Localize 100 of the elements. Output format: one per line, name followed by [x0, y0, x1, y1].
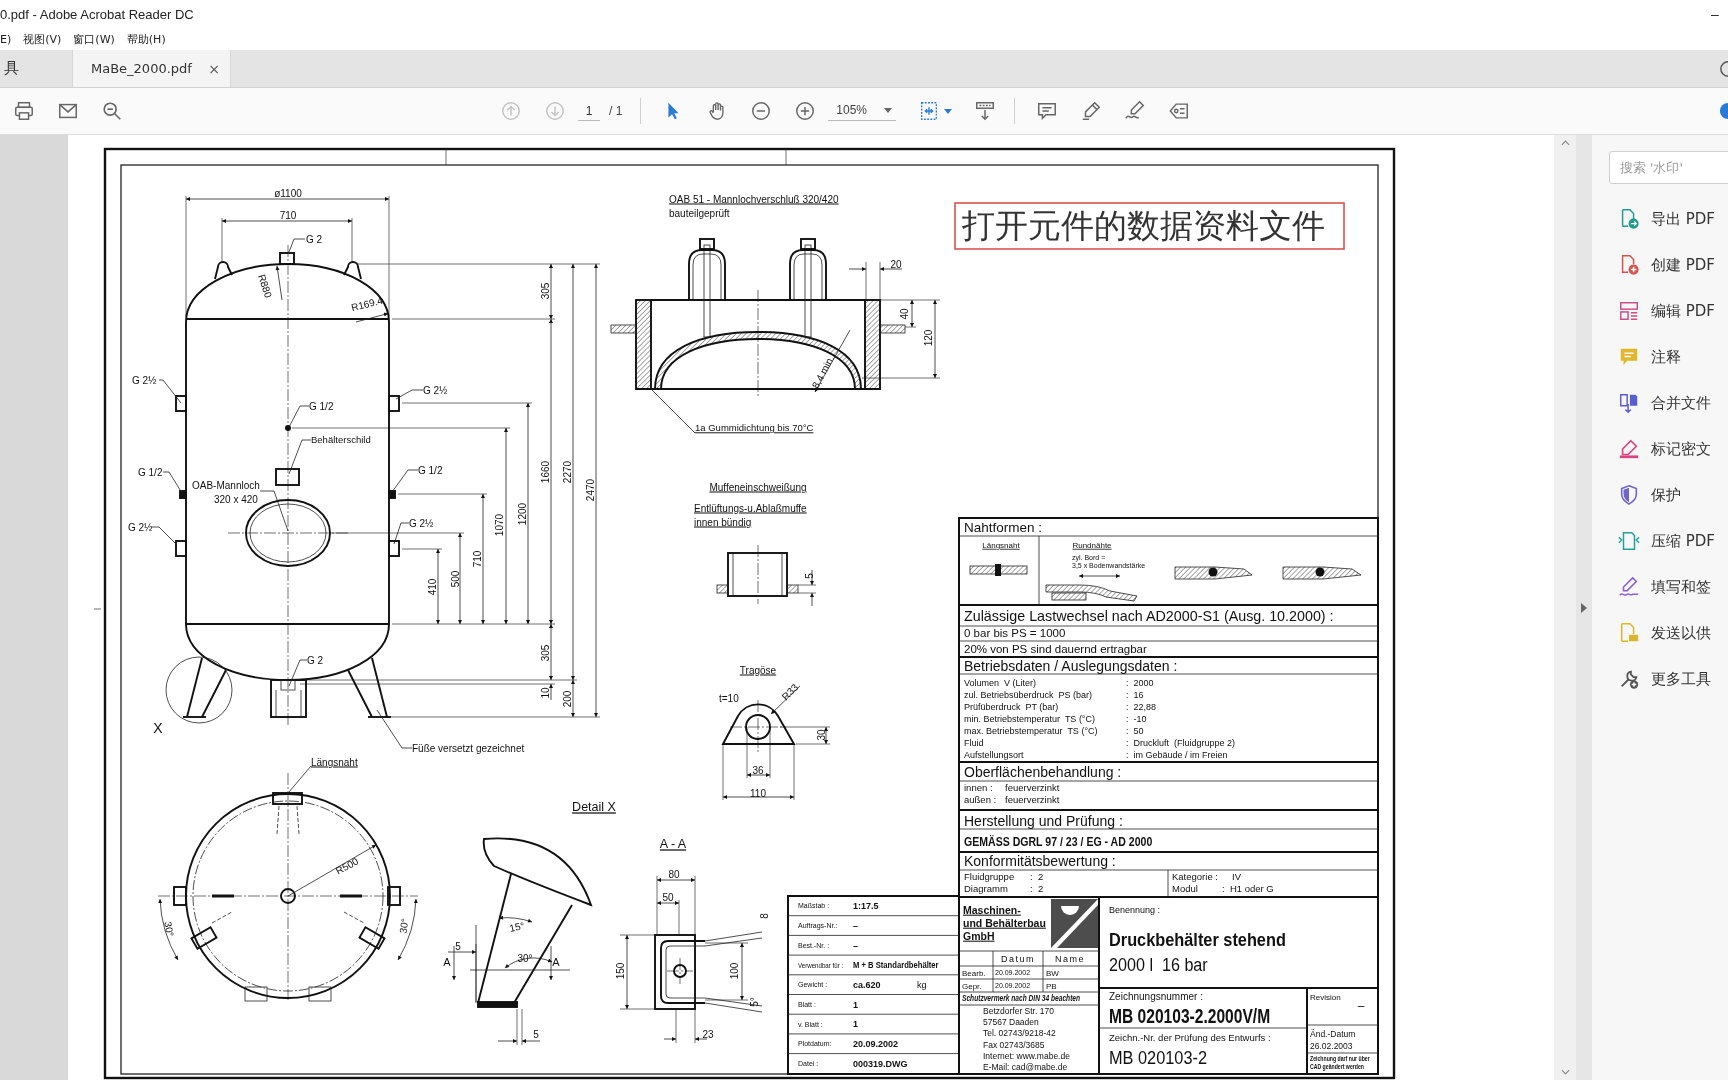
callout-label: OAB-Mannloch: [192, 479, 260, 491]
dimension-value: 110: [750, 787, 766, 799]
field-label: Bearb.: [962, 968, 986, 978]
dimension-value: 1200: [516, 502, 528, 526]
minimize-button[interactable]: –: [1702, 0, 1728, 28]
address-line: E-Mail: cad@mabe.de: [983, 1061, 1068, 1072]
dimension-value: 150: [614, 962, 626, 980]
dimension-value: 50: [662, 891, 674, 903]
dimension-value: 305: [539, 282, 551, 300]
search-icon[interactable]: [101, 100, 123, 122]
field-label: zul. Betriebsüberdruck PS (bar): [964, 690, 1093, 701]
note-text: t=10: [719, 692, 739, 704]
field-value: : 50: [1126, 726, 1144, 737]
zoom-out-icon[interactable]: [750, 100, 773, 122]
leader-line: [650, 388, 696, 434]
view-title: A - A: [659, 837, 687, 852]
dimension-value: ø1100: [274, 187, 302, 199]
angle-dimension: [397, 898, 418, 961]
callout-label: 320 x 420: [214, 493, 258, 505]
zoom-dropdown[interactable]: 105%: [828, 101, 897, 121]
tool-item[interactable]: 更多工具: [1592, 656, 1728, 702]
tool-item[interactable]: 压缩 PDF: [1592, 518, 1728, 564]
signature-icon[interactable]: [1124, 100, 1147, 122]
dimension-value: R880: [256, 272, 274, 300]
company-logo-icon: [1051, 899, 1098, 948]
leader-line: [150, 526, 178, 546]
field-value: 20.09.2002: [853, 1039, 899, 1050]
leader-line: [288, 405, 310, 428]
dimension-value: 710: [279, 209, 297, 221]
dimension-value: 20: [890, 258, 902, 270]
field-value: : im Gebäude / im Freien: [1126, 750, 1228, 761]
pipe-nozzle: [279, 252, 295, 265]
section-marker: A: [552, 955, 560, 968]
view-marker: X: [153, 719, 163, 736]
dimension-line: [746, 773, 771, 777]
field-value: –: [853, 940, 858, 951]
tool-item[interactable]: 保护: [1592, 472, 1728, 518]
tool-item[interactable]: 填写和签: [1592, 564, 1728, 610]
menu-item[interactable]: 视图(V): [23, 31, 62, 47]
angle-dimension: [498, 915, 533, 923]
leader-line: [288, 659, 308, 687]
menu-item[interactable]: E): [0, 32, 12, 46]
pipe-nozzle: [388, 540, 400, 557]
note-text: innen bündig: [694, 516, 752, 528]
caret-down-icon[interactable]: [1560, 1069, 1570, 1075]
pipe-nozzle: [175, 395, 187, 412]
table-text: 20% von PS sind dauernd ertragbar: [964, 643, 1147, 656]
callout-label: G 2½: [423, 384, 448, 396]
page-number-field[interactable]: 1: [578, 101, 600, 121]
comment-icon[interactable]: [1036, 100, 1059, 122]
zoom-in-icon[interactable]: [794, 100, 817, 122]
caret-right-icon[interactable]: [1581, 602, 1587, 613]
tool-item[interactable]: 发送以供: [1592, 610, 1728, 656]
field-value: feuerverzinkt: [1005, 794, 1060, 806]
callout-label: G 2½: [132, 374, 157, 386]
tool-item[interactable]: 合并文件: [1592, 380, 1728, 426]
tool-item[interactable]: 导出 PDF: [1592, 196, 1728, 242]
address-line: 57567 Daaden: [983, 1017, 1039, 1028]
close-button[interactable]: ×: [208, 60, 220, 77]
document-tab[interactable]: 具: [0, 50, 68, 87]
leader-line: [391, 469, 419, 493]
section-heading: Konformitätsbewertung :: [964, 852, 1116, 869]
callout-label: Behälterschild: [311, 434, 371, 446]
dimension-value: 410: [426, 578, 438, 596]
tool-item[interactable]: 注释: [1592, 334, 1728, 380]
view-title: OAB 51 - Mannlochverschluß 320/420: [669, 193, 839, 205]
caption-label: 打开元件的数据资料文件: [954, 202, 1345, 250]
section-heading: Betriebsdaten / Auslegungsdaten :: [964, 657, 1178, 674]
search-field[interactable]: 搜索 '水印': [1609, 151, 1728, 184]
column-heading: Name: [1055, 954, 1085, 965]
drawing-number: MB 020103-2: [1109, 1046, 1207, 1068]
leader-line: [162, 471, 183, 494]
menu-item[interactable]: 窗口(W): [73, 31, 115, 47]
printer-icon[interactable]: [13, 100, 35, 122]
pen-icon[interactable]: [1080, 100, 1103, 122]
leader-line: [393, 522, 410, 545]
leader-line: [259, 490, 289, 532]
table-text: GEMÄSS DGRL 97 / 23 / EG - AD 2000: [964, 835, 1153, 849]
document-tab[interactable]: MaBe_2000.pdf ×: [72, 50, 231, 87]
tool-item[interactable]: 标记密文: [1592, 426, 1728, 472]
leader-line: [288, 238, 306, 253]
dimension-value: 1070: [493, 513, 505, 537]
dimension-value: 500: [449, 570, 461, 588]
caret-up-icon[interactable]: [1560, 140, 1570, 146]
field-label: Fluid: [964, 738, 984, 749]
company-name: Maschinen-: [963, 903, 1021, 916]
field-value: 1: [853, 1019, 858, 1030]
menu-item[interactable]: 帮助(H): [126, 31, 166, 47]
tag-icon[interactable]: [1168, 100, 1191, 122]
caret-icon[interactable]: [944, 108, 953, 114]
view-title: Tragöse: [739, 664, 777, 676]
field-value: 26.02.2003: [1310, 1040, 1353, 1051]
note-text: Füße versetzt gezeichnet: [412, 742, 525, 754]
tool-item[interactable]: 创建 PDF: [1592, 242, 1728, 288]
window-title: 0.pdf - Adobe Acrobat Reader DC: [0, 6, 194, 22]
callout-label: G 1/2: [418, 464, 443, 476]
scrollbar[interactable]: [1554, 135, 1576, 1080]
scroll-icon[interactable]: [974, 100, 997, 122]
field-value: 1:17.5: [853, 901, 879, 912]
tool-item[interactable]: 编辑 PDF: [1592, 288, 1728, 334]
